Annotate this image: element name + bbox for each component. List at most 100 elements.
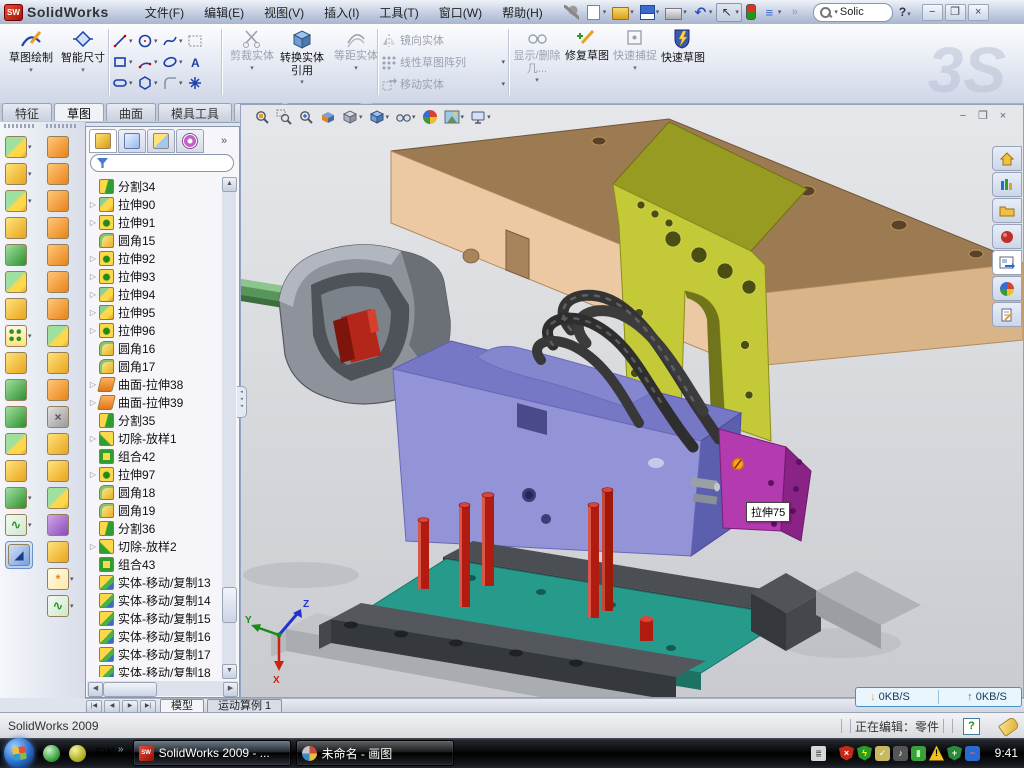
edit-appearance-button[interactable]	[422, 109, 438, 125]
toolbar-rib-button[interactable]	[5, 352, 27, 374]
tree-item[interactable]: ▷拉伸96	[88, 321, 222, 339]
move-entities-button[interactable]: 移动实体 ▾	[381, 73, 505, 95]
sketch-tool-line[interactable]: ▾	[112, 30, 137, 51]
tree-item[interactable]: 圆角17	[88, 357, 222, 375]
tree-tab-propertymanager[interactable]	[118, 129, 146, 153]
tree-tabs-overflow[interactable]: »	[221, 135, 227, 147]
sketch-tool-slot[interactable]: ▾	[112, 72, 137, 93]
toolbar-extruded-cut-button[interactable]: ▾	[5, 163, 32, 185]
model-tab-1[interactable]: 运动算例 1	[207, 699, 282, 713]
more-tools-button[interactable]: »	[785, 4, 804, 21]
sketch-tool-ellipse[interactable]: ▾	[162, 51, 187, 72]
tree-item[interactable]: 组合43	[88, 555, 222, 573]
toolbar-flex-button[interactable]	[47, 136, 69, 158]
display-delete-relations-button[interactable]: 显示/删除几... ▾	[512, 27, 562, 99]
toolbar-indent-button[interactable]	[47, 433, 69, 455]
toolbar-flatten-button[interactable]	[47, 271, 69, 293]
view-settings-button[interactable]: ▾	[470, 109, 491, 125]
tree-scroll-down-button[interactable]: ▼	[222, 664, 237, 679]
start-button[interactable]	[4, 738, 34, 768]
select-button[interactable]: ↖▾	[716, 3, 742, 22]
keyboard-icon[interactable]: ≣	[811, 746, 826, 761]
sketch-button[interactable]: 草图绘制 ▾	[6, 27, 56, 99]
doc-close-button[interactable]: ×	[993, 110, 1013, 124]
tree-scroll-up-button[interactable]: ▲	[222, 177, 237, 192]
update-alert-icon[interactable]: !	[929, 746, 944, 761]
toolbar-revolved-boss-button[interactable]: ▾	[5, 190, 32, 212]
toolbar-deform-button[interactable]	[47, 514, 69, 536]
status-help-button[interactable]: ?	[963, 718, 980, 735]
next-tab-button[interactable]: ▶	[122, 700, 138, 713]
linear-sketch-pattern-button[interactable]: 线性草图阵列 ▾	[381, 51, 505, 73]
print-button-caret[interactable]: ▾	[683, 8, 687, 16]
tree-item[interactable]: ▷拉伸94	[88, 285, 222, 303]
quick-launch-overflow-icon[interactable]: »	[118, 744, 124, 755]
options-button[interactable]: ≡▾	[760, 4, 784, 21]
menu-item-6[interactable]: 帮助(H)	[492, 1, 553, 24]
toolbar-boundary-boss-button[interactable]	[5, 271, 27, 293]
zoom-area-button[interactable]	[276, 109, 292, 125]
toolbar-sweep-cut-button[interactable]	[47, 190, 69, 212]
model-tab-0[interactable]: 模型	[160, 699, 204, 713]
repair-sketch-button[interactable]: 修复草图	[562, 27, 612, 99]
toolbar-reference-geometry-button[interactable]: ▾	[5, 487, 32, 509]
tree-vscroll-thumb[interactable]	[222, 587, 237, 623]
defender-icon[interactable]: +	[947, 746, 962, 761]
magenta-block-part[interactable]	[719, 429, 811, 541]
toolbar-dome-button[interactable]	[47, 325, 69, 347]
hide-show-items-button[interactable]: ▾	[395, 109, 416, 125]
toolbar-curves-button[interactable]: ∿▾	[5, 514, 32, 536]
tree-item[interactable]: ▷拉伸95	[88, 303, 222, 321]
quick-launch-messenger-icon[interactable]	[43, 745, 60, 762]
toolbar-spline-feature-button[interactable]: ∿▾	[47, 595, 74, 617]
taskpane-tab-solidworks-search[interactable]	[992, 224, 1022, 249]
tree-item[interactable]: ▷拉伸91	[88, 213, 222, 231]
toolbar-mirror-feature-button[interactable]	[5, 433, 27, 455]
sketch-tool-rectangle[interactable]: ▾	[112, 51, 137, 72]
last-tab-button[interactable]: ▶|	[140, 700, 156, 713]
toolbar-linear-pattern-button[interactable]: ▾	[5, 325, 32, 347]
tree-item[interactable]: ▷曲面-拉伸39	[88, 393, 222, 411]
smart-dimension-caret-icon[interactable]: ▾	[81, 66, 85, 74]
taskpane-tab-solidworks-resources[interactable]	[992, 146, 1022, 171]
sync-blocked-icon[interactable]: −	[965, 746, 980, 761]
doc-restore-button[interactable]: ❐	[973, 110, 993, 124]
quick-launch-solidworks-icon[interactable]: SW	[95, 745, 112, 762]
quick-launch-launcher-icon[interactable]	[69, 745, 86, 762]
pin-icon[interactable]	[562, 4, 581, 21]
toolbar-fastening-feature-button[interactable]: *▾	[47, 568, 74, 590]
tab-特征[interactable]: 特征	[2, 103, 52, 121]
sketch-tool-text[interactable]: A	[187, 51, 212, 72]
task-button-1[interactable]: 未命名 - 画图	[296, 740, 454, 766]
menu-item-3[interactable]: 插入(I)	[314, 1, 369, 24]
tree-item[interactable]: 实体-移动/复制13	[88, 573, 222, 591]
menu-item-2[interactable]: 视图(V)	[254, 1, 314, 24]
tree-filter-box[interactable]	[90, 154, 234, 172]
menu-item-4[interactable]: 工具(T)	[369, 1, 428, 24]
prev-tab-button[interactable]: ◀	[104, 700, 120, 713]
tree-item[interactable]: 圆角16	[88, 339, 222, 357]
toolbar-lofted-boss-button[interactable]	[5, 244, 27, 266]
restore-button[interactable]: ❐	[945, 4, 966, 21]
apply-scene-button[interactable]: ▾	[444, 109, 465, 125]
close-button[interactable]: ×	[968, 4, 989, 21]
tab-曲面[interactable]: 曲面	[106, 103, 156, 121]
tree-tab-featuremanager[interactable]	[89, 129, 117, 153]
tree-item[interactable]: ▷切除-放样1	[88, 429, 222, 447]
sketch-tool-point[interactable]	[187, 72, 212, 93]
display-style-button[interactable]: ▾	[369, 109, 390, 125]
taskpane-tab-design-library[interactable]	[992, 172, 1022, 197]
toolbar-revolve-cut-button[interactable]	[47, 163, 69, 185]
smart-dimension-button[interactable]: 智能尺寸 ▾	[58, 27, 108, 99]
sketch-tool-sketch-fillet[interactable]: ▾	[162, 72, 187, 93]
quick-snaps-button[interactable]: 快速捕捉 ▾	[610, 27, 660, 99]
tree-item[interactable]: ▷曲面-拉伸38	[88, 375, 222, 393]
open-file-button[interactable]: ▾	[610, 3, 636, 21]
help-button[interactable]: ?▾	[899, 5, 911, 19]
taskpane-tab-appearances-scenes[interactable]	[992, 276, 1022, 301]
tab-草图[interactable]: 草图	[54, 103, 104, 121]
undo-button-caret[interactable]: ▾	[709, 8, 713, 16]
tree-tab-dimxpertmanager[interactable]	[176, 129, 204, 153]
new-file-button[interactable]: ▾	[583, 4, 609, 21]
toolbar-planar-surface-button[interactable]	[47, 298, 69, 320]
